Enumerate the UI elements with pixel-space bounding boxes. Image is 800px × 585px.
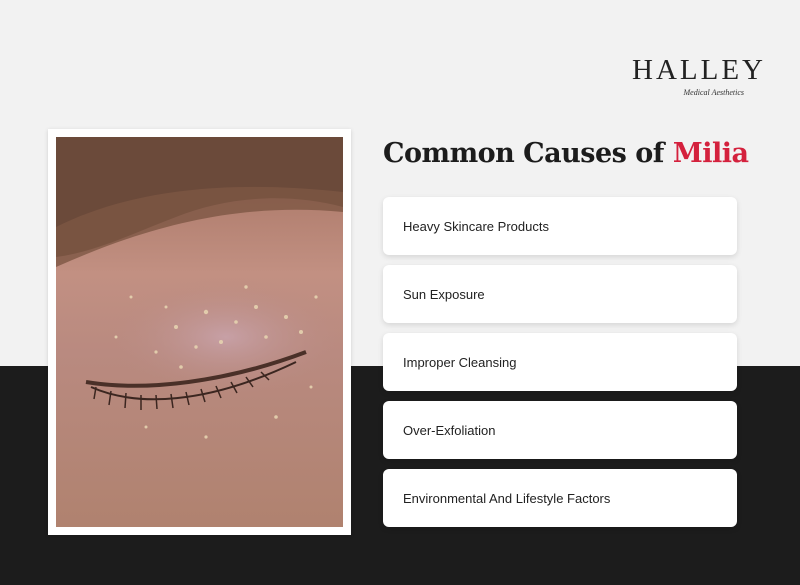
cause-card: Improper Cleansing <box>383 333 737 391</box>
cause-label: Sun Exposure <box>403 286 485 302</box>
cause-label: Heavy Skincare Products <box>403 218 549 234</box>
cause-label: Improper Cleansing <box>403 354 517 370</box>
cause-card: Over-Exfoliation <box>383 401 737 459</box>
cause-card: Sun Exposure <box>383 265 737 323</box>
cause-label: Over-Exfoliation <box>403 422 496 438</box>
halley-logo: HALLEY Medical Aesthetics <box>628 48 763 104</box>
cause-label: Environmental And Lifestyle Factors <box>403 490 611 506</box>
cause-card: Environmental And Lifestyle Factors <box>383 469 737 527</box>
logo-wordmark: HALLEY <box>632 54 766 86</box>
title-highlight: Milia <box>672 138 749 169</box>
photo-frame <box>48 129 351 535</box>
page-title: Common Causes of Milia <box>383 138 783 169</box>
logo-tagline: Medical Aesthetics <box>683 88 745 97</box>
milia-eye-photo <box>56 137 343 527</box>
cause-card: Heavy Skincare Products <box>383 197 737 255</box>
title-prefix: Common Causes of <box>383 138 664 169</box>
